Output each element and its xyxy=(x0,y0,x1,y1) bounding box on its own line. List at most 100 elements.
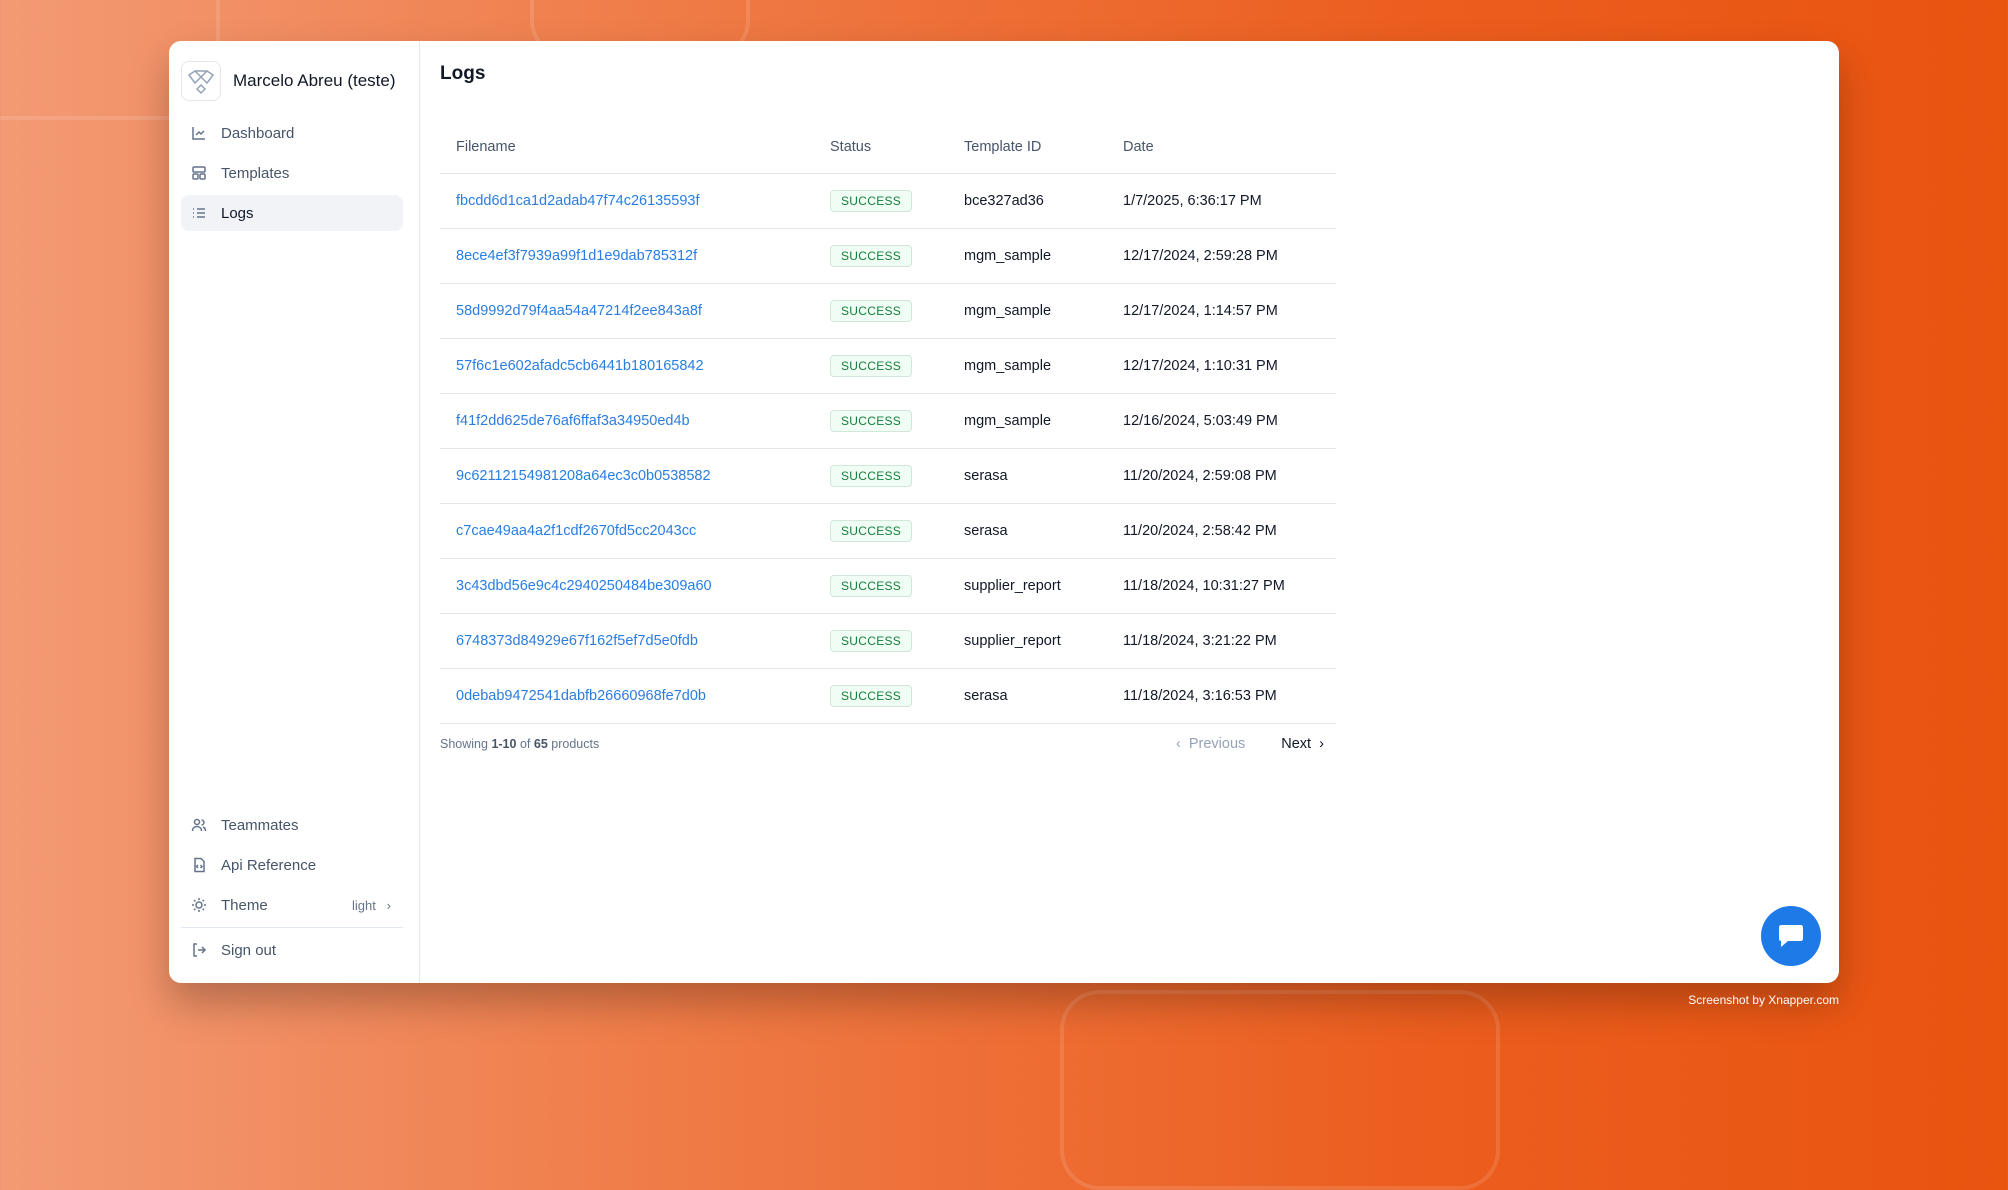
logo-icon xyxy=(181,61,221,101)
column-header-status: Status xyxy=(814,121,948,174)
status-badge: SUCCESS xyxy=(830,189,913,212)
template-id-cell: supplier_report xyxy=(948,613,1107,669)
template-id-cell: bce327ad36 xyxy=(948,173,1107,229)
table-row: 3c43dbd56e9c4c2940250484be309a60 SUCCESS… xyxy=(440,558,1336,614)
status-badge: SUCCESS xyxy=(830,629,913,652)
sidebar-item-label: Templates xyxy=(221,164,290,182)
table-row: f41f2dd625de76af6ffaf3a34950ed4b SUCCESS… xyxy=(440,393,1336,449)
table-row: c7cae49aa4a2f1cdf2670fd5cc2043cc SUCCESS… xyxy=(440,503,1336,559)
column-header-filename: Filename xyxy=(440,121,814,174)
sidebar-item-templates[interactable]: Templates xyxy=(181,155,403,191)
status-cell: SUCCESS xyxy=(814,338,948,394)
status-badge: SUCCESS xyxy=(830,299,913,322)
layout-icon xyxy=(192,166,206,180)
filename-cell: 9c62112154981208a64ec3c0b0538582 xyxy=(440,448,814,504)
sidebar-item-label: Theme xyxy=(221,896,268,914)
sidebar-item-label: Teammates xyxy=(221,816,299,834)
list-icon xyxy=(193,208,205,218)
chevron-left-icon: ‹ xyxy=(1175,736,1181,752)
filename-cell: 58d9992d79f4aa54a47214f2ee843a8f xyxy=(440,283,814,339)
page-title: Logs xyxy=(440,63,486,84)
status-cell: SUCCESS xyxy=(814,448,948,504)
sidebar-item-label: Dashboard xyxy=(221,124,295,142)
filename-link[interactable]: f41f2dd625de76af6ffaf3a34950ed4b xyxy=(456,413,690,429)
previous-page-button[interactable]: ‹ Previous xyxy=(1176,736,1245,752)
chat-support-button[interactable] xyxy=(1761,906,1821,966)
sign-out-button[interactable]: Sign out xyxy=(181,932,403,968)
sidebar: Marcelo Abreu (teste) Dashboard Template… xyxy=(169,41,420,983)
template-id-cell: serasa xyxy=(948,503,1107,559)
workspace-switcher[interactable]: Marcelo Abreu (teste) xyxy=(181,61,396,101)
sidebar-item-label: Logs xyxy=(221,204,254,222)
date-cell: 11/20/2024, 2:58:42 PM xyxy=(1107,503,1336,559)
sidebar-item-api-reference[interactable]: Api Reference xyxy=(181,847,403,883)
filename-link[interactable]: 3c43dbd56e9c4c2940250484be309a60 xyxy=(456,578,712,594)
template-id-cell: mgm_sample xyxy=(948,283,1107,339)
status-badge: SUCCESS xyxy=(830,354,913,377)
status-cell: SUCCESS xyxy=(814,558,948,614)
filename-link[interactable]: 8ece4ef3f7939a99f1d1e9dab785312f xyxy=(456,248,697,264)
status-cell: SUCCESS xyxy=(814,283,948,339)
status-badge: SUCCESS xyxy=(830,409,913,432)
column-header-date: Date xyxy=(1107,121,1336,174)
sidebar-item-logs[interactable]: Logs xyxy=(181,195,403,231)
file-code-icon xyxy=(194,857,205,873)
sidebar-item-dashboard[interactable]: Dashboard xyxy=(181,115,403,151)
filename-cell: c7cae49aa4a2f1cdf2670fd5cc2043cc xyxy=(440,503,814,559)
column-header-template-id: Template ID xyxy=(948,121,1107,174)
logout-icon xyxy=(193,943,207,957)
filename-cell: f41f2dd625de76af6ffaf3a34950ed4b xyxy=(440,393,814,449)
main-content: Logs Filename Status Template ID Date fb… xyxy=(440,41,1839,983)
template-id-cell: serasa xyxy=(948,668,1107,724)
chart-icon xyxy=(192,127,205,140)
table-row: 58d9992d79f4aa54a47214f2ee843a8f SUCCESS… xyxy=(440,283,1336,339)
filename-cell: fbcdd6d1ca1d2adab47f74c26135593f xyxy=(440,173,814,229)
status-cell: SUCCESS xyxy=(814,613,948,669)
filename-cell: 6748373d84929e67f162f5ef7d5e0fdb xyxy=(440,613,814,669)
date-cell: 12/17/2024, 2:59:28 PM xyxy=(1107,228,1336,284)
status-cell: SUCCESS xyxy=(814,228,948,284)
template-id-cell: supplier_report xyxy=(948,558,1107,614)
filename-link[interactable]: 57f6c1e602afadc5cb6441b180165842 xyxy=(456,358,704,374)
date-cell: 1/7/2025, 6:36:17 PM xyxy=(1107,173,1336,229)
theme-value: light › xyxy=(351,897,391,913)
chevron-right-icon: › xyxy=(1319,736,1324,752)
filename-link[interactable]: 9c62112154981208a64ec3c0b0538582 xyxy=(456,468,711,484)
status-badge: SUCCESS xyxy=(830,519,913,542)
filename-cell: 8ece4ef3f7939a99f1d1e9dab785312f xyxy=(440,228,814,284)
screenshot-credit: Screenshot by Xnapper.com xyxy=(1688,993,1839,1007)
date-cell: 11/18/2024, 10:31:27 PM xyxy=(1107,558,1336,614)
table-footer: Showing 1-10 of 65 products ‹ Previous N… xyxy=(440,736,1336,752)
table-row: 8ece4ef3f7939a99f1d1e9dab785312f SUCCESS… xyxy=(440,228,1336,284)
filename-cell: 3c43dbd56e9c4c2940250484be309a60 xyxy=(440,558,814,614)
workspace-name: Marcelo Abreu (teste) xyxy=(233,71,396,90)
filename-link[interactable]: c7cae49aa4a2f1cdf2670fd5cc2043cc xyxy=(456,523,696,539)
status-badge: SUCCESS xyxy=(830,684,913,707)
sidebar-item-teammates[interactable]: Teammates xyxy=(181,807,403,843)
template-id-cell: mgm_sample xyxy=(948,338,1107,394)
template-id-cell: mgm_sample xyxy=(948,393,1107,449)
theme-toggle[interactable]: Theme light › xyxy=(181,887,403,923)
filename-cell: 57f6c1e602afadc5cb6441b180165842 xyxy=(440,338,814,394)
chat-icon xyxy=(1779,925,1803,947)
table-row: 0debab9472541dabfb26660968fe7d0b SUCCESS… xyxy=(440,668,1336,724)
status-badge: SUCCESS xyxy=(830,574,913,597)
filename-cell: 0debab9472541dabfb26660968fe7d0b xyxy=(440,668,814,724)
users-icon xyxy=(191,818,207,832)
status-badge: SUCCESS xyxy=(830,244,913,267)
template-id-cell: mgm_sample xyxy=(948,228,1107,284)
filename-link[interactable]: 0debab9472541dabfb26660968fe7d0b xyxy=(456,688,706,704)
pagination-summary: Showing 1-10 of 65 products xyxy=(440,737,600,751)
next-page-button[interactable]: Next › xyxy=(1281,736,1324,752)
filename-link[interactable]: fbcdd6d1ca1d2adab47f74c26135593f xyxy=(456,193,700,209)
date-cell: 11/18/2024, 3:16:53 PM xyxy=(1107,668,1336,724)
date-cell: 11/18/2024, 3:21:22 PM xyxy=(1107,613,1336,669)
app-window: Marcelo Abreu (teste) Dashboard Template… xyxy=(169,41,1839,983)
status-cell: SUCCESS xyxy=(814,503,948,559)
table-row: 9c62112154981208a64ec3c0b0538582 SUCCESS… xyxy=(440,448,1336,504)
status-cell: SUCCESS xyxy=(814,393,948,449)
status-cell: SUCCESS xyxy=(814,668,948,724)
filename-link[interactable]: 6748373d84929e67f162f5ef7d5e0fdb xyxy=(456,633,698,649)
date-cell: 11/20/2024, 2:59:08 PM xyxy=(1107,448,1336,504)
filename-link[interactable]: 58d9992d79f4aa54a47214f2ee843a8f xyxy=(456,303,702,319)
